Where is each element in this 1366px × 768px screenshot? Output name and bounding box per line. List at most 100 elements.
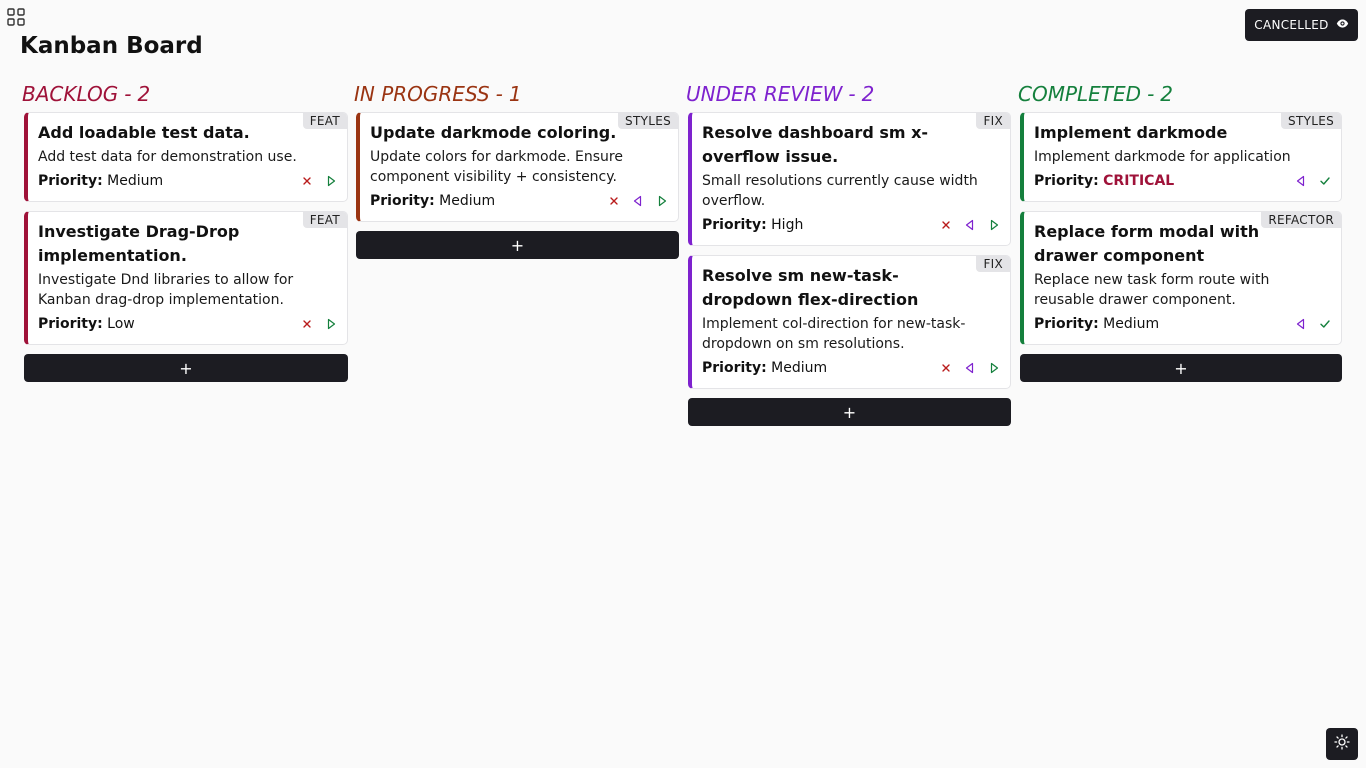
task-actions [1294,174,1332,188]
column-count: 2 [1160,82,1174,106]
column-backlog: BACKLOG -2 FEAT Add loadable test data. Add … [22,80,348,382]
move-back-button[interactable] [1294,317,1308,331]
priority-label: Priority: [370,193,435,209]
task-description: Update colors for darkmode. Ensure compo… [370,149,623,185]
x-icon [608,195,620,207]
task-actions [939,218,1001,232]
column-name: COMPLETED [1018,82,1142,106]
prev-icon [1295,175,1307,187]
prev-icon [964,219,976,231]
move-forward-button[interactable] [324,174,338,188]
task-priority: Priority: Medium [370,191,495,211]
task-priority: Priority: Medium [1034,314,1159,334]
task-priority: Priority: Medium [702,358,827,378]
task-description: Small resolutions currently cause width … [702,173,978,209]
column-in-progress: IN PROGRESS -1 STYLES Update darkmode color… [354,80,679,259]
task-tag: REFACTOR [1261,212,1341,228]
column-title: COMPLETED -2 [1018,80,1342,108]
priority-value: High [771,217,804,233]
cancel-task-button[interactable] [300,174,314,188]
cancel-task-button[interactable] [939,218,953,232]
prev-icon [964,362,976,374]
task-actions [300,317,338,331]
cancel-task-button[interactable] [300,317,314,331]
move-back-button[interactable] [963,218,977,232]
task-tag: STYLES [1281,113,1341,129]
task-tag: STYLES [618,113,678,129]
move-back-button[interactable] [631,194,645,208]
task-card[interactable]: REFACTOR Replace form modal with drawer c… [1020,211,1342,345]
priority-value: Low [107,316,135,332]
move-back-button[interactable] [963,361,977,375]
task-footer: Priority: High [702,215,1001,235]
priority-value: Medium [771,360,828,376]
task-description: Investigate Dnd libraries to allow for K… [38,272,294,308]
cancelled-toggle-button[interactable]: CANCELLED [1245,9,1358,41]
task-footer: Priority: Medium [38,171,338,191]
x-icon [940,362,952,374]
next-icon [325,175,337,187]
task-actions [607,194,669,208]
task-priority: Priority: Low [38,314,135,334]
next-icon [988,219,1000,231]
priority-value: Medium [1103,316,1160,332]
complete-task-button[interactable] [1318,317,1332,331]
task-card[interactable]: FEAT Investigate Drag-Drop implementation… [24,211,348,345]
task-description: Replace new task form route with reusabl… [1034,272,1270,308]
priority-label: Priority: [38,316,103,332]
cancel-task-button[interactable] [939,361,953,375]
task-title: Resolve sm new-task-dropdown flex-direct… [702,266,919,309]
check-icon [1319,318,1331,330]
check-icon [1319,175,1331,187]
task-card[interactable]: STYLES Update darkmode coloring. Update co… [356,112,679,222]
task-footer: Priority: CRITICAL [1034,171,1332,191]
column-name: UNDER REVIEW [686,82,843,106]
move-forward-button[interactable] [324,317,338,331]
column-title: UNDER REVIEW -2 [686,80,1011,108]
task-description: Add test data for demonstration use. [38,149,297,165]
task-actions [1294,317,1332,331]
priority-value: Medium [439,193,496,209]
priority-label: Priority: [38,173,103,189]
task-priority: Priority: Medium [38,171,163,191]
task-card[interactable]: FEAT Add loadable test data. Add test data… [24,112,348,202]
complete-task-button[interactable] [1318,174,1332,188]
prev-icon [632,195,644,207]
task-tag: FIX [976,113,1010,129]
x-icon [301,318,313,330]
move-forward-button[interactable] [655,194,669,208]
cancel-task-button[interactable] [607,194,621,208]
task-actions [939,361,1001,375]
task-title: Investigate Drag-Drop implementation. [38,222,240,265]
eye-icon [1336,17,1349,33]
add-task-button[interactable]: + [688,398,1011,426]
task-title: Add loadable test data. [38,123,250,142]
x-icon [940,219,952,231]
priority-label: Priority: [702,217,767,233]
add-task-button[interactable]: + [356,231,679,259]
task-description: Implement darkmode for application [1034,149,1291,165]
priority-label: Priority: [702,360,767,376]
next-icon [988,362,1000,374]
move-back-button[interactable] [1294,174,1308,188]
move-forward-button[interactable] [987,361,1001,375]
priority-value: CRITICAL [1103,173,1175,189]
theme-toggle-button[interactable] [1326,728,1358,760]
add-task-button[interactable]: + [24,354,348,382]
column-count: 2 [861,82,875,106]
grid-icon[interactable] [6,7,26,27]
add-task-button[interactable]: + [1020,354,1342,382]
task-title: Replace form modal with drawer component [1034,222,1260,265]
sun-icon [1334,734,1350,754]
task-tag: FEAT [302,212,347,228]
x-icon [301,175,313,187]
cancelled-label: CANCELLED [1254,18,1329,32]
task-priority: Priority: High [702,215,803,235]
column-completed: COMPLETED -2 STYLES Implement darkmode Imple… [1018,80,1342,382]
move-forward-button[interactable] [987,218,1001,232]
column-under-review: UNDER REVIEW -2 FIX Resolve dashboard sm x-… [686,80,1011,426]
task-card[interactable]: FIX Resolve sm new-task-dropdown flex-dir… [688,255,1011,389]
task-card[interactable]: FIX Resolve dashboard sm x-overflow issue… [688,112,1011,246]
task-footer: Priority: Medium [370,191,669,211]
task-card[interactable]: STYLES Implement darkmode Implement darkmo… [1020,112,1342,202]
